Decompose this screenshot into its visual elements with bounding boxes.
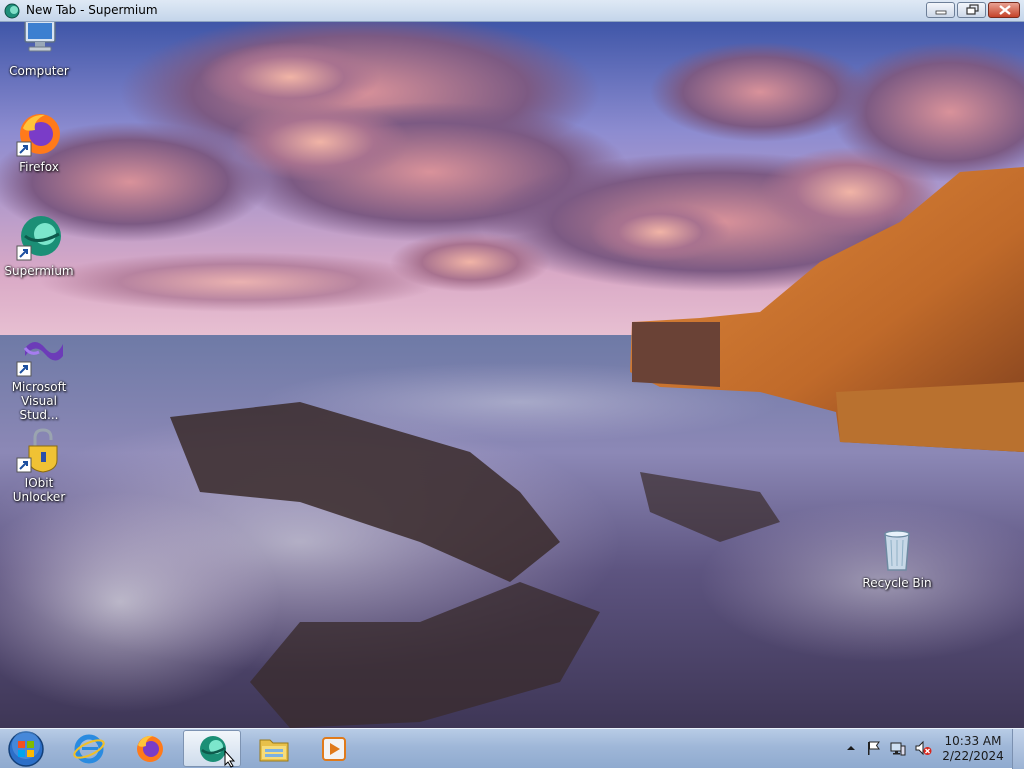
- desktop-icon-label: Computer: [9, 64, 69, 78]
- wallpaper-image: [0, 22, 1024, 728]
- desktop-icon-supermium[interactable]: Supermium: [0, 214, 78, 278]
- supermium-icon: [15, 214, 63, 262]
- minimize-icon: [935, 10, 947, 15]
- clock-date: 2/22/2024: [942, 749, 1004, 763]
- taskbar-item-file-explorer[interactable]: [245, 730, 303, 767]
- restore-button[interactable]: [957, 2, 986, 18]
- desktop-icon-label: Microsoft Visual Stud...: [11, 380, 67, 422]
- supermium-icon: [200, 736, 236, 768]
- windows-start-icon: [8, 731, 44, 767]
- desktop[interactable]: Computer Firefox Supermium Microsoft Vis…: [0, 22, 1024, 728]
- internet-explorer-icon: [73, 734, 105, 764]
- firefox-icon: [15, 110, 63, 158]
- window-titlebar[interactable]: New Tab - Supermium: [0, 0, 1024, 22]
- network-icon[interactable]: [889, 740, 907, 756]
- restore-icon: [966, 4, 979, 15]
- desktop-icon-visual-studio[interactable]: Microsoft Visual Stud...: [0, 330, 78, 422]
- media-player-icon: [322, 737, 346, 761]
- desktop-icon-recycle-bin[interactable]: Recycle Bin: [858, 526, 936, 590]
- start-button[interactable]: [4, 730, 48, 768]
- desktop-icon-label: Supermium: [4, 264, 74, 278]
- recycle-bin-icon: [873, 526, 921, 574]
- taskbar-item-media-player[interactable]: [306, 730, 364, 767]
- close-button[interactable]: [988, 2, 1020, 18]
- file-explorer-icon: [259, 739, 289, 762]
- volume-muted-icon[interactable]: [914, 740, 932, 756]
- taskbar-item-internet-explorer[interactable]: [60, 730, 118, 767]
- visual-studio-icon: [15, 330, 63, 378]
- show-desktop-button[interactable]: [1012, 729, 1024, 769]
- clock-time: 10:33 AM: [944, 734, 1002, 748]
- desktop-icon-label: Recycle Bin: [862, 576, 932, 590]
- desktop-icon-label: IObit Unlocker: [12, 476, 66, 504]
- desktop-icon-computer[interactable]: Computer: [0, 22, 78, 78]
- computer-icon: [15, 22, 63, 62]
- desktop-icon-iobit-unlocker[interactable]: IObit Unlocker: [0, 426, 78, 504]
- desktop-icon-firefox[interactable]: Firefox: [0, 110, 78, 174]
- window-title: New Tab - Supermium: [26, 3, 158, 17]
- desktop-icon-label: Firefox: [19, 160, 59, 174]
- taskbar-item-supermium[interactable]: [183, 730, 241, 768]
- taskbar-clock[interactable]: 10:33 AM 2/22/2024: [936, 734, 1010, 764]
- taskbar-item-firefox[interactable]: [121, 730, 179, 767]
- action-center-flag-icon[interactable]: [866, 740, 882, 756]
- minimize-button[interactable]: [926, 2, 955, 18]
- taskbar: 10:33 AM 2/22/2024: [0, 728, 1024, 769]
- supermium-app-icon: [4, 3, 20, 19]
- close-icon: [999, 5, 1011, 15]
- show-hidden-icons-icon[interactable]: [845, 742, 857, 754]
- firefox-icon: [137, 735, 163, 762]
- iobit-unlocker-icon: [15, 426, 63, 474]
